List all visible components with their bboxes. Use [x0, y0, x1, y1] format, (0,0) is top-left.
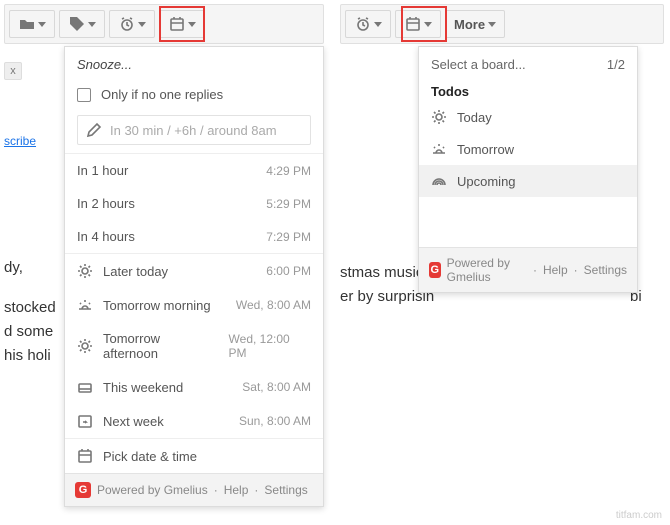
- footer-settings-link[interactable]: Settings: [264, 483, 307, 497]
- alarm-icon: [119, 16, 135, 32]
- weekend-icon: [77, 379, 93, 395]
- calendar-icon: [405, 16, 421, 32]
- footer-dot: ·: [574, 263, 578, 277]
- snooze-preset-label: This weekend: [103, 380, 183, 395]
- board-item-upcoming[interactable]: Upcoming: [419, 165, 637, 197]
- snooze-preset-time: Wed, 8:00 AM: [236, 298, 311, 312]
- footer-dot: ·: [254, 483, 258, 497]
- tag-icon: [69, 16, 85, 32]
- board-item-label: Upcoming: [457, 174, 516, 189]
- snooze-menu: Snooze... Only if no one replies In 30 m…: [64, 46, 324, 507]
- alarm-icon: [355, 16, 371, 32]
- bg-text: stmas music: [340, 261, 423, 285]
- board-item-today[interactable]: Today: [419, 101, 637, 133]
- sun-icon: [77, 263, 93, 279]
- snooze-preset-time: Sun, 8:00 AM: [239, 414, 311, 428]
- board-item-label: Tomorrow: [457, 142, 514, 157]
- snooze-header: Snooze...: [65, 47, 323, 78]
- chevron-down-icon: [88, 22, 96, 27]
- custom-snooze-placeholder: In 30 min / +6h / around 8am: [110, 123, 277, 138]
- folder-button[interactable]: [9, 10, 55, 38]
- snooze-button[interactable]: [109, 10, 155, 38]
- snooze-quick-row[interactable]: In 4 hours 7:29 PM: [65, 220, 323, 253]
- snooze-preset-time: Sat, 8:00 AM: [242, 380, 311, 394]
- board-pager: 1/2: [607, 57, 625, 72]
- snooze-quick-time: 5:29 PM: [266, 197, 311, 211]
- footer-help-link[interactable]: Help: [543, 263, 568, 277]
- board-item-tomorrow[interactable]: Tomorrow: [419, 133, 637, 165]
- snooze-preset-time: 6:00 PM: [266, 264, 311, 278]
- bg-text: d some: [4, 320, 53, 344]
- unsubscribe-link[interactable]: scribe: [4, 134, 36, 148]
- calendar-icon: [77, 448, 93, 464]
- snooze-quick-time: 4:29 PM: [266, 164, 311, 178]
- snooze-preset-label: Later today: [103, 264, 168, 279]
- gmelius-badge-icon: G: [429, 262, 441, 278]
- bg-text: dy,: [4, 256, 23, 280]
- snooze-quick-label: In 2 hours: [77, 196, 135, 211]
- snooze-preset-label: Next week: [103, 414, 164, 429]
- snooze-quick-row[interactable]: In 2 hours 5:29 PM: [65, 187, 323, 220]
- snooze-preset-label: Tomorrow morning: [103, 298, 211, 313]
- next-week-icon: [77, 413, 93, 429]
- footer-settings-link[interactable]: Settings: [584, 263, 627, 277]
- footer-help-link[interactable]: Help: [224, 483, 249, 497]
- board-group-title: Todos: [419, 78, 637, 101]
- select-board-label: Select a board...: [431, 57, 526, 72]
- snooze-preset-row[interactable]: Next week Sun, 8:00 AM: [65, 404, 323, 438]
- snooze-preset-row[interactable]: This weekend Sat, 8:00 AM: [65, 370, 323, 404]
- chip-close[interactable]: x: [4, 62, 22, 80]
- chevron-down-icon: [38, 22, 46, 27]
- snooze-preset-time: Wed, 12:00 PM: [229, 332, 311, 360]
- board-button[interactable]: [395, 10, 441, 38]
- chevron-down-icon: [188, 22, 196, 27]
- checkbox-icon: [77, 88, 91, 102]
- more-label: More: [454, 17, 485, 32]
- only-if-no-reply-label: Only if no one replies: [101, 87, 223, 102]
- board-header: Select a board... 1/2: [419, 47, 637, 78]
- snooze-quick-label: In 1 hour: [77, 163, 128, 178]
- snooze-preset-row[interactable]: Later today 6:00 PM: [65, 253, 323, 288]
- only-if-no-reply-row[interactable]: Only if no one replies: [65, 78, 323, 111]
- sunrise-icon: [77, 297, 93, 313]
- bg-text: his holi: [4, 344, 51, 368]
- sun-icon: [77, 338, 93, 354]
- footer-powered: Powered by Gmelius: [447, 256, 527, 284]
- snooze-preset-label: Tomorrow afternoon: [103, 331, 219, 361]
- menu-footer: G Powered by Gmelius · Help · Settings: [65, 473, 323, 506]
- toolbar-right: More: [340, 4, 664, 44]
- snooze-button[interactable]: [345, 10, 391, 38]
- board-item-label: Today: [457, 110, 492, 125]
- snooze-quick-time: 7:29 PM: [266, 230, 311, 244]
- calendar-icon: [169, 16, 185, 32]
- pick-date-row[interactable]: Pick date & time: [65, 438, 323, 473]
- footer-powered: Powered by Gmelius: [97, 483, 208, 497]
- chevron-down-icon: [374, 22, 382, 27]
- label-button[interactable]: [59, 10, 105, 38]
- watermark: titfam.com: [616, 510, 662, 521]
- snooze-quick-label: In 4 hours: [77, 229, 135, 244]
- footer-dot: ·: [214, 483, 218, 497]
- rainbow-icon: [431, 173, 447, 189]
- pick-date-label: Pick date & time: [103, 449, 197, 464]
- menu-footer: G Powered by Gmelius · Help · Settings: [419, 247, 637, 292]
- snooze-preset-row[interactable]: Tomorrow afternoon Wed, 12:00 PM: [65, 322, 323, 370]
- pencil-icon: [86, 122, 102, 138]
- gear-icon: [431, 109, 447, 125]
- gmelius-badge-icon: G: [75, 482, 91, 498]
- board-menu: Select a board... 1/2 Todos Today Tomorr…: [418, 46, 638, 293]
- board-button[interactable]: [159, 10, 205, 38]
- footer-dot: ·: [533, 263, 537, 277]
- custom-snooze-input[interactable]: In 30 min / +6h / around 8am: [77, 115, 311, 145]
- chevron-down-icon: [138, 22, 146, 27]
- sunrise-icon: [431, 141, 447, 157]
- folder-icon: [19, 16, 35, 32]
- bg-text: stocked: [4, 296, 56, 320]
- toolbar-left: [4, 4, 324, 44]
- snooze-quick-row[interactable]: In 1 hour 4:29 PM: [65, 153, 323, 187]
- snooze-preset-row[interactable]: Tomorrow morning Wed, 8:00 AM: [65, 288, 323, 322]
- chevron-down-icon: [424, 22, 432, 27]
- more-button[interactable]: More: [445, 10, 505, 38]
- chevron-down-icon: [488, 22, 496, 27]
